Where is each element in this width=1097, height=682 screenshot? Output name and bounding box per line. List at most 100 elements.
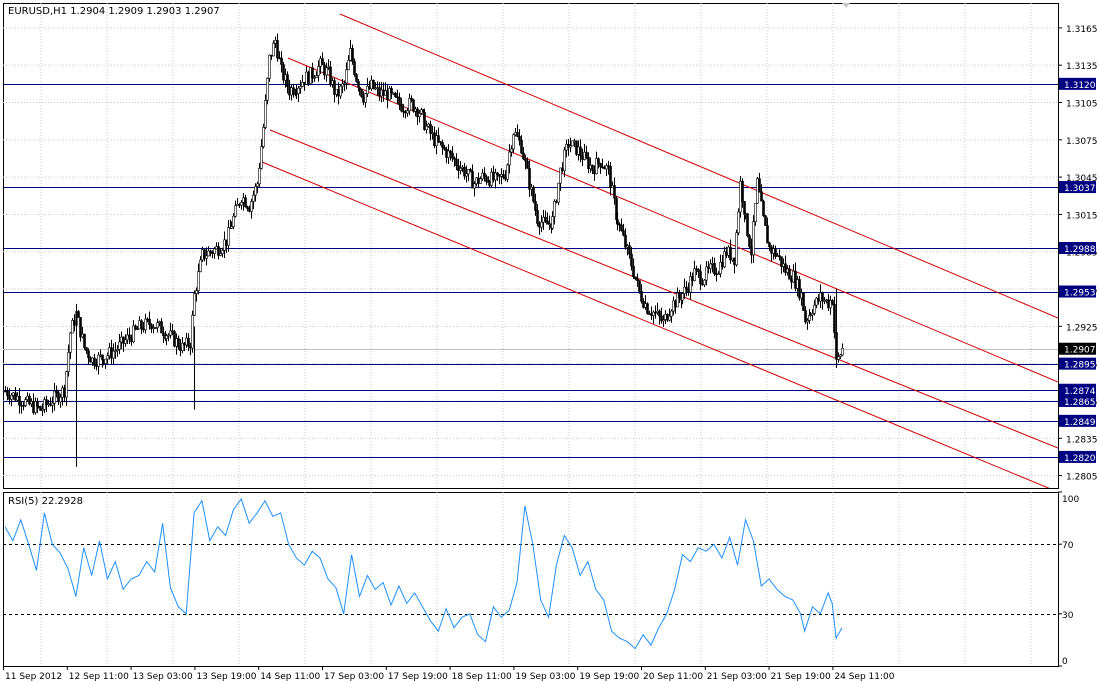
- time-tick-label: 17 Sep 03:00: [324, 672, 384, 682]
- candle-body: [254, 186, 257, 196]
- candle-body: [406, 110, 409, 114]
- candle-body: [24, 399, 27, 406]
- candle-body: [579, 146, 582, 157]
- candle-body: [697, 269, 700, 273]
- candle-body: [99, 354, 102, 357]
- candle-body: [658, 310, 661, 317]
- level-price-label: 1.2849: [1064, 418, 1096, 428]
- candle-body: [528, 168, 531, 190]
- candle-body: [347, 60, 350, 71]
- candle-body: [451, 152, 454, 159]
- candle-body: [286, 74, 289, 87]
- chart-window: 1.3165 1.3135 1.3105 1.3075 1.3045 1.3015 1.29…: [0, 0, 1097, 682]
- time-tick-label: 17 Sep 19:00: [388, 672, 448, 682]
- candle-body: [242, 197, 245, 203]
- candle-body: [821, 292, 824, 302]
- candle-body: [252, 194, 255, 202]
- candle-body: [10, 395, 13, 400]
- candle-body: [609, 165, 612, 188]
- candle-body: [516, 132, 519, 137]
- candle-body: [266, 78, 269, 101]
- candle-body: [372, 79, 375, 89]
- rsi-tick-label: 100: [1062, 495, 1079, 505]
- candle-body: [813, 304, 816, 314]
- candle-body: [187, 337, 190, 347]
- candle-body: [91, 357, 94, 363]
- candle-body: [459, 167, 462, 171]
- candle-body: [833, 304, 836, 333]
- candle-body: [69, 332, 72, 353]
- candle-body: [209, 250, 212, 253]
- candle-body: [140, 320, 143, 329]
- candle-body: [398, 97, 401, 105]
- price-tick-label: 1.3075: [1066, 137, 1097, 147]
- candle-body: [142, 328, 145, 331]
- candle-body: [425, 125, 428, 131]
- candle-body: [199, 259, 202, 272]
- candle-body: [551, 216, 554, 229]
- candle-body: [311, 67, 314, 79]
- candle-body: [101, 354, 104, 361]
- candle-body: [705, 266, 708, 281]
- level-price-label: 1.2895: [1064, 361, 1096, 371]
- candle-body: [522, 152, 525, 160]
- candle-body: [227, 227, 230, 246]
- candle-body: [244, 197, 247, 208]
- candle-body: [165, 335, 168, 340]
- candle-body: [802, 292, 805, 311]
- candle-body: [748, 235, 751, 247]
- time-tick-label: 13 Sep 19:00: [196, 672, 256, 682]
- candle-body: [122, 336, 125, 344]
- candle-body: [230, 226, 233, 229]
- candle-body: [106, 355, 109, 360]
- candle-body: [768, 242, 771, 248]
- candle-body: [130, 337, 133, 343]
- candle-body: [563, 149, 566, 172]
- candle-body: [685, 286, 688, 290]
- candle-body: [104, 358, 107, 364]
- candle-body: [774, 248, 777, 257]
- rsi-panel-frame: [3, 492, 1059, 667]
- candle-body: [8, 395, 11, 400]
- time-tick-label: 21 Sep 03:00: [707, 672, 767, 682]
- level-price-label: 1.3120: [1064, 81, 1096, 91]
- candle-body: [108, 347, 111, 357]
- candle-body: [177, 338, 180, 348]
- candle-body: [764, 215, 767, 226]
- candle-body: [622, 230, 625, 236]
- candle-body: [179, 346, 182, 351]
- candle-body: [449, 150, 452, 154]
- candle-body: [112, 350, 115, 359]
- candle-body: [152, 327, 155, 330]
- candle-body: [597, 158, 600, 164]
- candle-body: [102, 359, 105, 364]
- candle-body: [534, 201, 537, 211]
- candle-body: [512, 134, 515, 150]
- candle-body: [183, 342, 186, 346]
- time-tick-label: 18 Sep 11:00: [452, 672, 512, 682]
- candle-body: [341, 83, 344, 87]
- price-tick-label: 1.3165: [1066, 25, 1097, 35]
- level-price-label: 1.2865: [1064, 398, 1096, 408]
- candle-body: [51, 402, 54, 406]
- candle-body: [640, 291, 643, 302]
- time-axis: 11 Sep 2012 12 Sep 11:00 13 Sep 03:00 13 Se…: [3, 666, 895, 682]
- candle-body: [616, 219, 619, 225]
- candle-body: [703, 279, 706, 286]
- candle-body: [693, 268, 696, 281]
- candle-body: [297, 87, 300, 95]
- candle-body: [95, 365, 98, 367]
- candle-body: [12, 392, 15, 396]
- candle-body: [591, 164, 594, 171]
- candle-body: [390, 88, 393, 94]
- candle-body: [223, 239, 226, 251]
- candle-body: [483, 172, 486, 178]
- rsi-axis: 100 70 30 0: [1058, 491, 1079, 667]
- candle-body: [167, 334, 170, 337]
- rsi-title: RSI(5) 22.2928: [8, 496, 83, 507]
- candle-body: [585, 151, 588, 158]
- level-price-label: 1.2820: [1064, 454, 1096, 464]
- candle-body: [670, 310, 673, 317]
- time-tick-label: 19 Sep 03:00: [515, 672, 575, 682]
- candle-body: [709, 263, 712, 269]
